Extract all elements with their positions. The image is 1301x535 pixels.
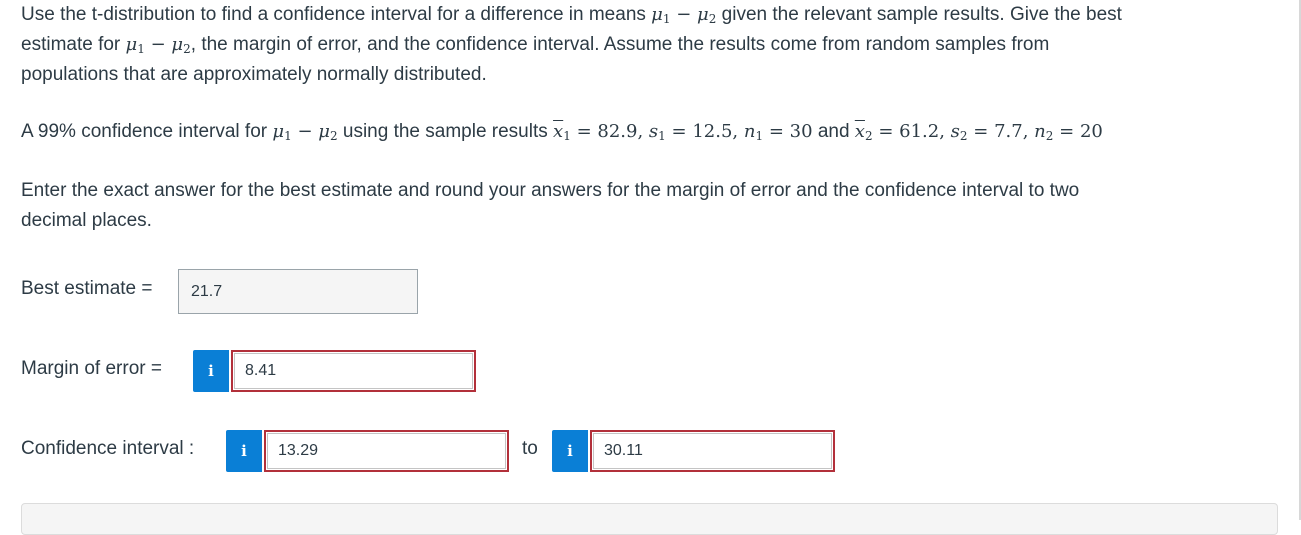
- ci-text-1: A 99% confidence interval for: [21, 121, 273, 142]
- info-icon[interactable]: i: [193, 350, 229, 392]
- ci-lower-field[interactable]: 13.29: [264, 430, 509, 472]
- ci-statement: A 99% confidence interval for μ1 − μ2 us…: [21, 117, 1103, 147]
- mu-difference: μ1 − μ2: [651, 4, 717, 26]
- instruction-line-1: Enter the exact answer for the best esti…: [21, 180, 1080, 201]
- intro-text-4: , the margin of error, and the confidenc…: [190, 34, 1050, 55]
- intro-line-2: estimate for μ1 − μ2, the margin of erro…: [21, 30, 1122, 60]
- feedback-panel: [21, 503, 1278, 535]
- info-icon-glyph: i: [567, 442, 573, 460]
- sample-2-stats: x2 = 61.2, s2 = 7.7, n2 = 20: [854, 121, 1103, 143]
- ci-upper-value: 30.11: [604, 442, 643, 459]
- x2-value: 61.2: [899, 121, 940, 142]
- best-estimate-field[interactable]: 21.7: [178, 269, 418, 314]
- to-text: to: [522, 438, 538, 459]
- margin-of-error-field[interactable]: 8.41: [231, 350, 476, 392]
- info-icon[interactable]: i: [226, 430, 262, 472]
- instructions: Enter the exact answer for the best esti…: [21, 176, 1079, 236]
- intro-text-1: Use the t-distribution to find a confide…: [21, 4, 652, 25]
- sample-1-stats: x1 = 82.9, s1 = 12.5, n1 = 30: [553, 121, 813, 143]
- ci-upper-field[interactable]: 30.11: [590, 430, 835, 472]
- best-estimate-value: 21.7: [191, 282, 223, 300]
- intro-text-2: given the relevant sample results. Give …: [716, 4, 1122, 25]
- info-icon-glyph: i: [241, 442, 247, 460]
- mu-difference: μ1 − μ2: [272, 121, 338, 143]
- x1-value: 82.9: [597, 121, 638, 142]
- intro-line-1: Use the t-distribution to find a confide…: [21, 0, 1122, 30]
- intro-text-3: estimate for: [21, 34, 126, 55]
- ci-lower-value: 13.29: [278, 442, 319, 459]
- info-icon[interactable]: i: [552, 430, 588, 472]
- instruction-line-2: decimal places.: [21, 210, 152, 231]
- n1-value: 30: [789, 121, 813, 142]
- margin-of-error-value: 8.41: [245, 362, 277, 379]
- mu-difference: μ1 − μ2: [125, 34, 191, 56]
- info-icon-glyph: i: [208, 362, 214, 380]
- question-intro: Use the t-distribution to find a confide…: [21, 0, 1122, 90]
- ci-text-2: using the sample results: [337, 121, 554, 142]
- best-estimate-label: Best estimate =: [21, 278, 153, 299]
- intro-line-3: populations that are approximately norma…: [21, 64, 487, 85]
- s2-value: 7.7: [994, 121, 1023, 142]
- s1-value: 12.5: [692, 121, 733, 142]
- and-text: and: [817, 121, 850, 142]
- n2-value: 20: [1079, 121, 1103, 142]
- confidence-interval-label: Confidence interval :: [21, 438, 195, 459]
- margin-of-error-label: Margin of error =: [21, 358, 162, 379]
